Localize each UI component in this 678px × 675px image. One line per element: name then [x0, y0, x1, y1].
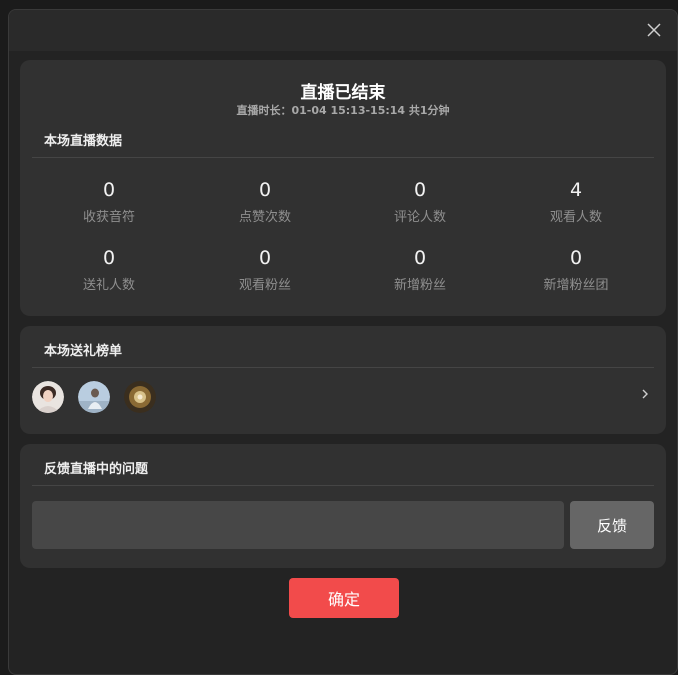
chevron-right-icon[interactable]: [638, 387, 652, 401]
stat-likes: 0 点赞次数: [205, 179, 325, 225]
stat-label: 观看粉丝: [238, 278, 291, 293]
feedback-button[interactable]: 反馈: [570, 501, 654, 549]
divider: [32, 485, 654, 486]
avatar[interactable]: [78, 381, 110, 413]
stat-new-fan-club: 0 新增粉丝团: [516, 247, 636, 293]
stat-value: 0: [258, 179, 272, 201]
stat-value: 0: [413, 179, 427, 201]
gift-section-title: 本场送礼榜单: [44, 344, 123, 359]
gift-ranking-card[interactable]: 本场送礼榜单: [20, 326, 666, 434]
stats-section-title: 本场直播数据: [44, 134, 123, 149]
feedback-section-title: 反馈直播中的问题: [44, 462, 149, 477]
avatar[interactable]: [32, 381, 64, 413]
title-bar: [9, 10, 677, 51]
stat-value: 0: [413, 247, 427, 269]
stat-fan-viewers: 0 观看粉丝: [205, 247, 325, 293]
stat-value: 0: [102, 179, 116, 201]
stat-label: 新增粉丝团: [543, 278, 609, 293]
stat-label: 评论人数: [393, 210, 446, 225]
stat-value: 0: [102, 247, 116, 269]
stat-value: 4: [569, 179, 583, 201]
live-ended-dialog: 直播已结束 直播时长：01-04 15:13-15:14 共1分钟 本场直播数据…: [8, 9, 678, 675]
stat-label: 点赞次数: [238, 210, 291, 225]
stat-viewers: 4 观看人数: [516, 179, 636, 225]
close-icon[interactable]: [645, 21, 663, 39]
stat-gifters: 0 送礼人数: [49, 247, 169, 293]
feedback-card: 反馈直播中的问题 反馈: [20, 444, 666, 568]
stat-label: 送礼人数: [82, 278, 135, 293]
stat-label: 收获音符: [82, 210, 135, 225]
stat-label: 新增粉丝: [393, 278, 446, 293]
stat-notes: 0 收获音符: [49, 179, 169, 225]
divider: [32, 367, 654, 368]
stat-label: 观看人数: [549, 210, 602, 225]
stat-new-fans: 0 新增粉丝: [360, 247, 480, 293]
live-duration: 直播时长：01-04 15:13-15:14 共1分钟: [236, 104, 450, 117]
live-stats-card: 直播已结束 直播时长：01-04 15:13-15:14 共1分钟 本场直播数据…: [20, 60, 666, 316]
stat-value: 0: [569, 247, 583, 269]
stat-commenters: 0 评论人数: [360, 179, 480, 225]
divider: [32, 157, 654, 158]
page-title: 直播已结束: [300, 83, 386, 103]
confirm-button[interactable]: 确定: [289, 578, 399, 618]
feedback-input[interactable]: [32, 501, 564, 549]
avatar[interactable]: [124, 381, 156, 413]
stat-value: 0: [258, 247, 272, 269]
